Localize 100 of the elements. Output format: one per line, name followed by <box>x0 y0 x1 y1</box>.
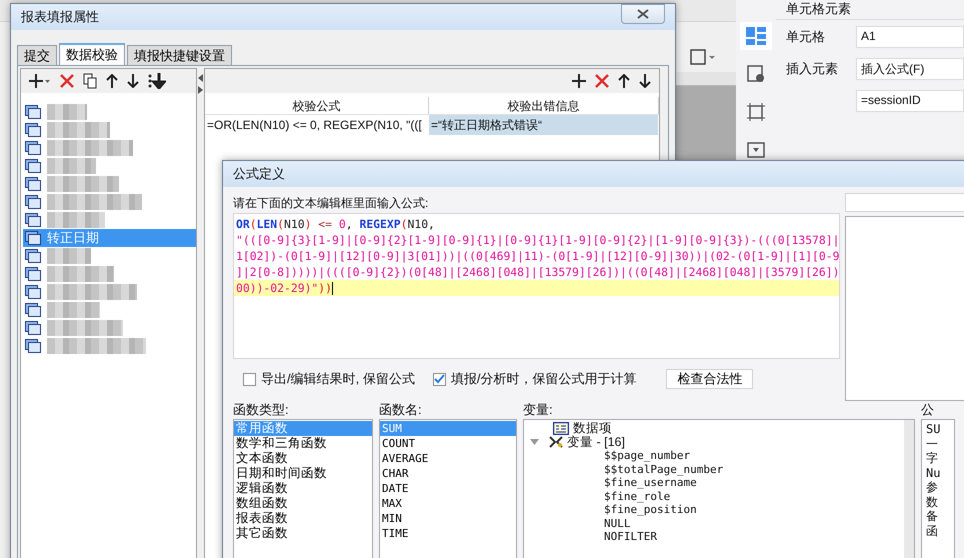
close-icon <box>595 74 609 88</box>
text-cursor <box>332 282 334 296</box>
tree-item[interactable]: 数据项 <box>573 420 612 436</box>
list-item[interactable]: MIN <box>380 511 516 526</box>
description-text: 一 <box>926 436 939 451</box>
grid-icon <box>746 27 766 45</box>
list-item[interactable]: DATE <box>380 481 516 496</box>
move-up-button[interactable] <box>618 72 630 90</box>
list-item[interactable]: 数组函数 <box>234 496 372 511</box>
description-text: 数 <box>926 494 939 509</box>
border-icon <box>690 49 716 65</box>
list-item[interactable]: AVERAGE <box>380 451 516 466</box>
form-icon <box>25 123 41 137</box>
blurred-label <box>47 266 114 282</box>
form-icon <box>25 195 41 209</box>
form-icon <box>25 105 41 119</box>
add-button[interactable] <box>572 72 586 90</box>
form-icon <box>25 141 41 155</box>
caret-icon[interactable] <box>530 439 539 445</box>
form-icon <box>25 339 41 353</box>
dropdown-box-icon <box>747 142 765 158</box>
field-label: 插入元素 <box>786 60 839 78</box>
delete-button[interactable] <box>595 72 609 90</box>
list-item[interactable]: MAX <box>380 496 516 511</box>
copy-icon <box>83 73 97 89</box>
move-down-button[interactable] <box>127 72 139 90</box>
blurred-label <box>47 176 119 192</box>
form-icon <box>25 249 41 263</box>
variable-name[interactable]: $fine_role <box>528 490 904 503</box>
delete-button[interactable] <box>60 72 74 90</box>
tree-item[interactable]: 变量 - [16] <box>567 434 625 450</box>
variable-name[interactable]: NULL <box>528 516 904 530</box>
list-item[interactable]: 文本函数 <box>234 451 372 466</box>
list-item[interactable]: CHAR <box>380 466 516 481</box>
add-button[interactable] <box>29 72 51 90</box>
column-header: 校验公式 <box>205 97 429 114</box>
description-text: 字 <box>926 451 939 466</box>
blurred-label <box>47 104 87 120</box>
window-title: 公式定义 <box>233 165 285 183</box>
cell-element-tab[interactable] <box>740 22 772 50</box>
variable-name[interactable]: $$totalPage_number <box>528 462 904 476</box>
description-text: SU <box>926 422 942 436</box>
description-text: 备 <box>926 509 939 524</box>
panel-title: 单元格元素 <box>776 0 964 20</box>
arrow-up-icon <box>106 74 118 88</box>
plus-icon <box>29 74 51 88</box>
frame-icon <box>747 103 765 121</box>
tab[interactable]: 提交 <box>17 45 57 65</box>
window-title: 报表填报属性 <box>21 8 99 26</box>
input-field[interactable]: A1 <box>856 26 964 48</box>
blurred-label <box>47 302 100 318</box>
list-item[interactable]: 日期和时间函数 <box>234 466 372 481</box>
arrow-down-icon <box>127 74 139 88</box>
form-icon <box>25 267 41 281</box>
blurred-label <box>47 248 91 264</box>
checkmark-icon <box>434 374 445 384</box>
tab[interactable]: 填报快捷键设置 <box>127 45 232 65</box>
arrow-down-icon <box>148 73 166 89</box>
list-item[interactable]: COUNT <box>380 436 516 451</box>
close-button[interactable] <box>621 4 665 24</box>
form-icon <box>25 177 41 191</box>
prompt-text: 请在下面的文本编辑框里面输入公式: <box>233 195 430 212</box>
form-icon <box>25 285 41 299</box>
description-text: 函 <box>926 524 939 538</box>
field-label: 单元格 <box>786 28 826 46</box>
list-item[interactable]: 报表函数 <box>234 511 372 526</box>
validate-button[interactable]: 检查合法性 <box>666 369 754 389</box>
close-icon <box>637 9 649 19</box>
variable-name[interactable]: $$page_number <box>528 449 904 462</box>
list-item[interactable]: 其它函数 <box>234 526 372 541</box>
blurred-label <box>47 122 110 138</box>
arrow-up-icon <box>618 74 630 88</box>
input-field[interactable]: 插入公式(F) <box>856 58 964 80</box>
form-icon <box>25 231 41 245</box>
move-up-button[interactable] <box>106 72 118 90</box>
variable-name[interactable]: $fine_username <box>528 476 904 490</box>
tab[interactable]: 数据校验 <box>59 43 125 65</box>
list-item[interactable]: TIME <box>380 526 516 541</box>
arrow-down-icon <box>639 74 651 88</box>
list-label: 公 <box>921 401 935 419</box>
checkbox[interactable] <box>432 372 446 386</box>
table-cell[interactable]: =“转正日期格式错误“ <box>429 115 659 135</box>
list-item[interactable]: 逻辑函数 <box>234 481 372 496</box>
formula-editor[interactable]: OR(LEN(N10) <= 0, REGEXP(N10, "(([0-9]{3}[1-9]|[0-9]{2}[1-9][0-9]{1}|[0-9]{1}[1-9][0-9]{2}|[1-9][0-9]{3})-(((0[13578]| 1[02])-(0[1-9]|[12][0-9]|3[01]))|((0[469]|11)-(0[1-9]|[12][0-9]|30))|(02-(0[1-9]|[1][0-9 ]|2[0-8]))))|((([0-9]{2})(0[48]|[2468][048]|[13579][26])|((0[48]|[2468][048]|[3579][26]) 00))-02-29)")) <box>233 213 840 359</box>
variable-name[interactable]: $fine_position <box>528 503 904 516</box>
list-label: 函数类型: <box>233 401 290 419</box>
input-field[interactable]: =sessionID <box>856 90 964 112</box>
item-label: 转正日期 <box>47 229 99 247</box>
list-item[interactable]: 数学和三角函数 <box>234 436 372 451</box>
variable-name[interactable]: NOFILTER <box>528 530 904 544</box>
form-icon <box>25 303 41 317</box>
move-bottom-button[interactable] <box>148 72 166 90</box>
table-icon <box>553 422 569 434</box>
column-header: 校验出错信息 <box>429 97 659 114</box>
scrollbar[interactable] <box>904 420 914 558</box>
move-down-button[interactable] <box>639 72 651 90</box>
copy-button[interactable] <box>83 72 97 90</box>
variable-icon <box>549 436 563 448</box>
blurred-label <box>47 212 105 228</box>
checkbox[interactable] <box>243 372 256 386</box>
